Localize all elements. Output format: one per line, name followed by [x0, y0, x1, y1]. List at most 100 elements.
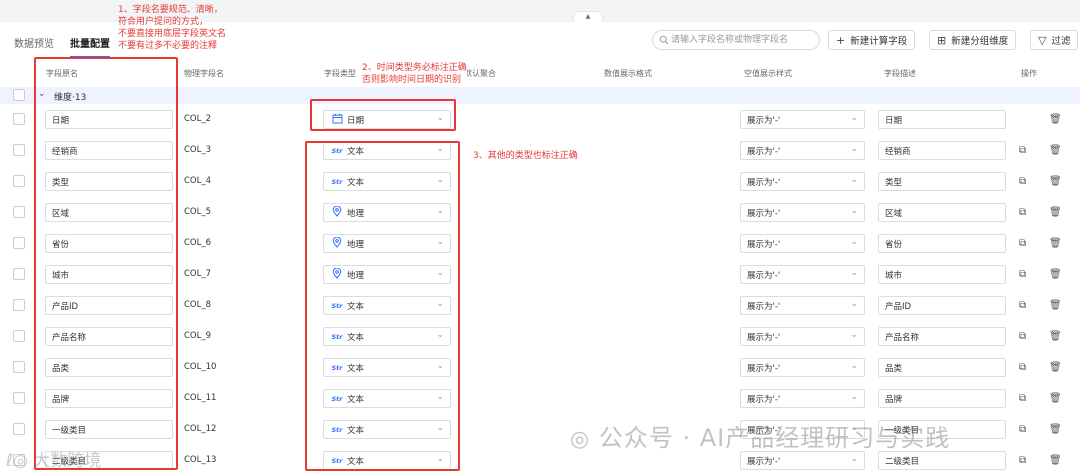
- field-description-input[interactable]: 城市: [878, 265, 1006, 284]
- empty-style-select[interactable]: 展示为'-' ⌄: [740, 296, 865, 315]
- empty-style-select[interactable]: 展示为'-' ⌄: [740, 389, 865, 408]
- string-type-icon: Str: [331, 146, 343, 155]
- copy-icon[interactable]: ⧉: [1019, 176, 1026, 187]
- row-checkbox[interactable]: [13, 144, 25, 156]
- search-input[interactable]: [671, 33, 816, 47]
- field-type-select[interactable]: Str 文本 ⌄: [323, 327, 451, 346]
- field-type-select[interactable]: Str 文本 ⌄: [323, 451, 451, 470]
- table-row: 省份 COL_6 地理 ⌄ 展示为'-' ⌄ 省份 ⧉ 🗑: [0, 228, 1080, 259]
- field-description-input[interactable]: 类型: [878, 172, 1006, 191]
- empty-style-select[interactable]: 展示为'-' ⌄: [740, 203, 865, 222]
- field-description-input[interactable]: 经销商: [878, 141, 1006, 160]
- field-description-input[interactable]: 产品ID: [878, 296, 1006, 315]
- field-type-select[interactable]: 地理 ⌄: [323, 234, 451, 253]
- copy-icon[interactable]: ⧉: [1019, 145, 1026, 156]
- row-checkbox[interactable]: [13, 423, 25, 435]
- field-name-input[interactable]: 品牌: [45, 389, 173, 408]
- tab-batch-config[interactable]: 批量配置: [70, 35, 110, 50]
- field-type-select[interactable]: Str 文本 ⌄: [323, 296, 451, 315]
- row-checkbox[interactable]: [13, 299, 25, 311]
- field-type-select[interactable]: Str 文本 ⌄: [323, 141, 451, 160]
- copy-icon[interactable]: ⧉: [1019, 331, 1026, 342]
- chevron-down-icon: ⌄: [850, 299, 858, 309]
- copy-icon[interactable]: ⧉: [1019, 238, 1026, 249]
- empty-style-select[interactable]: 展示为'-' ⌄: [740, 265, 865, 284]
- field-type-select[interactable]: Str 文本 ⌄: [323, 389, 451, 408]
- copy-icon[interactable]: ⧉: [1019, 207, 1026, 218]
- field-name-input[interactable]: 类型: [45, 172, 173, 191]
- chevron-down-icon: ⌄: [850, 113, 858, 123]
- row-checkbox[interactable]: [13, 392, 25, 404]
- empty-style-select[interactable]: 展示为'-' ⌄: [740, 110, 865, 129]
- field-name-input[interactable]: 产品ID: [45, 296, 173, 315]
- row-checkbox[interactable]: [13, 361, 25, 373]
- empty-style-select[interactable]: 展示为'-' ⌄: [740, 234, 865, 253]
- row-checkbox[interactable]: [13, 113, 25, 125]
- trash-icon[interactable]: 🗑: [1049, 455, 1062, 466]
- annotation-note-1-line: 符合用户提问的方式，: [118, 17, 209, 27]
- row-checkbox[interactable]: [13, 268, 25, 280]
- field-name-input[interactable]: 品类: [45, 358, 173, 377]
- group-row[interactable]: ⌄ 维度·13: [0, 87, 1080, 104]
- trash-icon[interactable]: 🗑: [1049, 238, 1062, 249]
- chevron-down-icon[interactable]: ⌄: [38, 89, 46, 99]
- trash-icon[interactable]: 🗑: [1049, 145, 1062, 156]
- new-group-dim-button[interactable]: ⊞ 新建分组维度: [929, 30, 1017, 50]
- row-checkbox[interactable]: [13, 175, 25, 187]
- row-checkbox[interactable]: [13, 330, 25, 342]
- group-checkbox[interactable]: [13, 89, 25, 101]
- field-name-input[interactable]: 省份: [45, 234, 173, 253]
- row-checkbox[interactable]: [13, 237, 25, 249]
- filter-button[interactable]: ▽ 过滤: [1030, 30, 1079, 50]
- field-description-input[interactable]: 区域: [878, 203, 1006, 222]
- field-type-select[interactable]: 日期 ⌄: [323, 110, 451, 129]
- trash-icon[interactable]: 🗑: [1049, 424, 1062, 435]
- table-row: 品类 COL_10 Str 文本 ⌄ 展示为'-' ⌄ 品类 ⧉ 🗑: [0, 352, 1080, 383]
- field-name-input[interactable]: 一级类目: [45, 420, 173, 439]
- location-pin-icon: [330, 267, 344, 282]
- empty-style-select[interactable]: 展示为'-' ⌄: [740, 451, 865, 470]
- field-name-input[interactable]: 经销商: [45, 141, 173, 160]
- trash-icon[interactable]: 🗑: [1049, 114, 1062, 125]
- field-description-input[interactable]: 产品名称: [878, 327, 1006, 346]
- copy-icon[interactable]: ⧉: [1019, 424, 1026, 435]
- empty-style-select[interactable]: 展示为'-' ⌄: [740, 141, 865, 160]
- empty-style-select[interactable]: 展示为'-' ⌄: [740, 172, 865, 191]
- tab-data-preview[interactable]: 数据预览: [14, 35, 54, 50]
- empty-style-select[interactable]: 展示为'-' ⌄: [740, 327, 865, 346]
- copy-icon[interactable]: ⧉: [1019, 362, 1026, 373]
- trash-icon[interactable]: 🗑: [1049, 176, 1062, 187]
- field-description-input[interactable]: 省份: [878, 234, 1006, 253]
- row-checkbox[interactable]: [13, 206, 25, 218]
- copy-icon[interactable]: ⧉: [1019, 455, 1026, 466]
- trash-icon[interactable]: 🗑: [1049, 300, 1062, 311]
- search-icon: [659, 35, 669, 45]
- trash-icon[interactable]: 🗑: [1049, 207, 1062, 218]
- copy-icon[interactable]: ⧉: [1019, 269, 1026, 280]
- field-description-input[interactable]: 品牌: [878, 389, 1006, 408]
- field-description-input[interactable]: 品类: [878, 358, 1006, 377]
- field-description-input[interactable]: 日期: [878, 110, 1006, 129]
- field-type-select[interactable]: 地理 ⌄: [323, 265, 451, 284]
- field-type-select[interactable]: 地理 ⌄: [323, 203, 451, 222]
- field-name-input[interactable]: 城市: [45, 265, 173, 284]
- field-name-input[interactable]: 日期: [45, 110, 173, 129]
- field-type-select[interactable]: Str 文本 ⌄: [323, 358, 451, 377]
- field-type-select[interactable]: Str 文本 ⌄: [323, 420, 451, 439]
- trash-icon[interactable]: 🗑: [1049, 331, 1062, 342]
- trash-icon[interactable]: 🗑: [1049, 269, 1062, 280]
- field-name-input[interactable]: 产品名称: [45, 327, 173, 346]
- copy-icon[interactable]: ⧉: [1019, 300, 1026, 311]
- new-calc-field-button[interactable]: + 新建计算字段: [828, 30, 916, 50]
- empty-style-select[interactable]: 展示为'-' ⌄: [740, 358, 865, 377]
- collapse-handle[interactable]: ▲: [573, 11, 603, 22]
- physical-field-name: COL_2: [184, 114, 212, 124]
- field-name-input[interactable]: 区域: [45, 203, 173, 222]
- trash-icon[interactable]: 🗑: [1049, 362, 1062, 373]
- copy-icon[interactable]: ⧉: [1019, 393, 1026, 404]
- trash-icon[interactable]: 🗑: [1049, 393, 1062, 404]
- field-description-input[interactable]: 二级类目: [878, 451, 1006, 470]
- chevron-down-icon: ⌄: [436, 330, 444, 340]
- field-type-select[interactable]: Str 文本 ⌄: [323, 172, 451, 191]
- search-box[interactable]: [652, 30, 820, 50]
